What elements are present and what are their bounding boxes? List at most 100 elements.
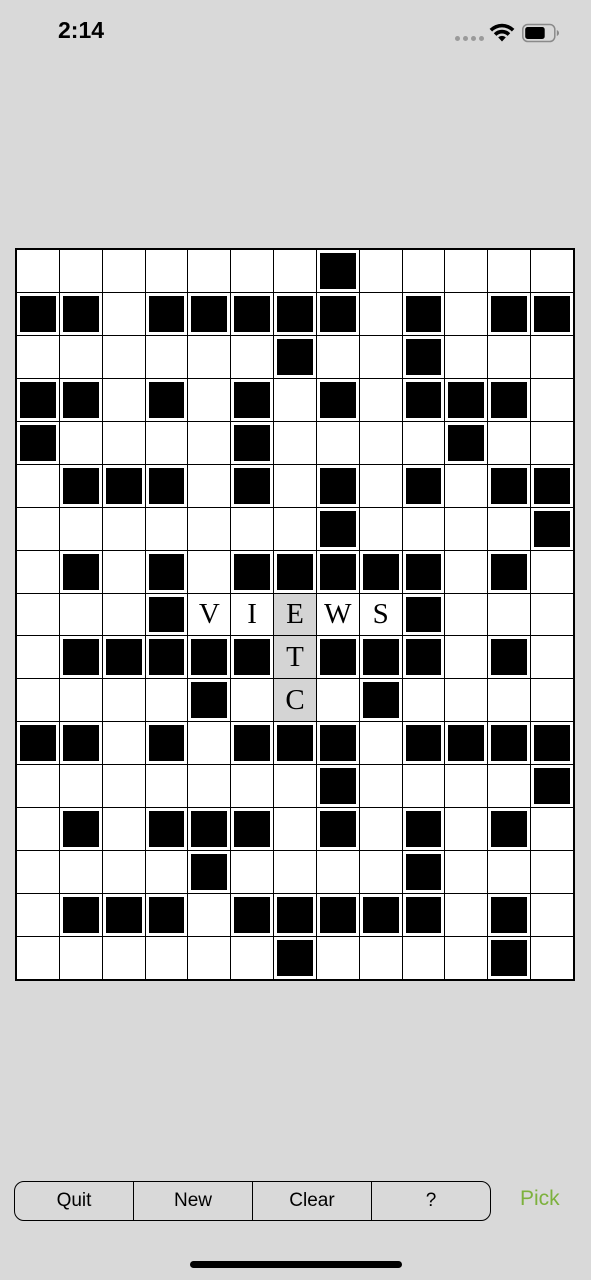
grid-cell[interactable] [17,765,59,808]
grid-cell[interactable] [445,292,488,335]
grid-cell[interactable] [188,937,231,979]
grid-cell[interactable] [145,765,188,808]
grid-cell[interactable] [102,507,145,550]
grid-cell[interactable] [17,250,59,292]
grid-cell[interactable] [488,421,531,464]
grid-cell[interactable] [359,937,402,979]
grid-cell[interactable] [359,421,402,464]
new-button[interactable]: New [134,1182,253,1220]
grid-cell[interactable] [188,765,231,808]
grid-cell[interactable] [445,765,488,808]
grid-cell[interactable] [531,550,573,593]
grid-cell[interactable] [59,851,102,894]
grid-cell[interactable] [102,765,145,808]
grid-cell[interactable] [102,851,145,894]
crossword-grid[interactable]: VIEWSTC [15,248,575,981]
grid-cell[interactable] [445,335,488,378]
grid-cell[interactable] [231,335,274,378]
grid-cell[interactable] [359,464,402,507]
grid-cell[interactable] [231,937,274,979]
grid-cell[interactable] [231,507,274,550]
grid-cell[interactable] [17,507,59,550]
grid-cell[interactable]: T [274,636,316,679]
grid-cell[interactable] [531,636,573,679]
grid-cell[interactable] [102,335,145,378]
grid-cell[interactable] [445,894,488,937]
grid-cell[interactable] [402,421,445,464]
grid-cell[interactable] [445,937,488,979]
grid-cell[interactable] [445,636,488,679]
grid-cell[interactable] [445,250,488,292]
grid-cell[interactable] [402,507,445,550]
grid-cell[interactable] [17,550,59,593]
grid-cell[interactable] [188,507,231,550]
grid-cell[interactable] [488,851,531,894]
grid-cell[interactable] [274,808,316,851]
grid-cell[interactable] [445,593,488,636]
grid-cell[interactable] [488,250,531,292]
grid-cell[interactable] [17,593,59,636]
grid-cell[interactable] [17,679,59,722]
grid-cell[interactable] [359,808,402,851]
grid-cell[interactable] [402,765,445,808]
grid-cell[interactable] [59,765,102,808]
grid-cell[interactable] [59,250,102,292]
grid-cell[interactable] [188,722,231,765]
grid-cell[interactable] [231,765,274,808]
grid-cell[interactable] [402,679,445,722]
grid-cell[interactable] [188,335,231,378]
grid-cell[interactable] [231,250,274,292]
grid-cell[interactable] [59,937,102,979]
clear-button[interactable]: Clear [253,1182,372,1220]
grid-cell[interactable]: W [316,593,359,636]
grid-cell[interactable] [17,937,59,979]
grid-cell[interactable] [145,851,188,894]
grid-cell[interactable] [188,894,231,937]
grid-cell[interactable] [102,593,145,636]
grid-cell[interactable] [445,851,488,894]
grid-cell[interactable] [316,679,359,722]
grid-cell[interactable] [145,250,188,292]
grid-cell[interactable]: E [274,593,316,636]
grid-cell[interactable] [17,335,59,378]
grid-cell[interactable] [445,808,488,851]
grid-cell[interactable] [531,250,573,292]
grid-cell[interactable]: V [188,593,231,636]
grid-cell[interactable] [17,636,59,679]
grid-cell[interactable] [102,937,145,979]
grid-cell[interactable] [59,593,102,636]
grid-cell[interactable] [17,851,59,894]
grid-cell[interactable] [488,335,531,378]
grid-cell[interactable] [102,550,145,593]
grid-cell[interactable] [59,335,102,378]
grid-cell[interactable] [531,894,573,937]
grid-cell[interactable] [145,335,188,378]
grid-cell[interactable] [316,421,359,464]
grid-cell[interactable] [316,851,359,894]
grid-cell[interactable]: C [274,679,316,722]
grid-cell[interactable] [316,937,359,979]
grid-cell[interactable] [17,894,59,937]
grid-cell[interactable]: S [359,593,402,636]
grid-cell[interactable] [316,335,359,378]
help-button[interactable]: ? [372,1182,490,1220]
grid-cell[interactable]: I [231,593,274,636]
pick-button[interactable]: Pick [520,1187,560,1211]
grid-cell[interactable] [359,765,402,808]
grid-cell[interactable] [188,421,231,464]
grid-cell[interactable] [531,335,573,378]
grid-cell[interactable] [231,679,274,722]
grid-cell[interactable] [359,851,402,894]
grid-cell[interactable] [188,378,231,421]
grid-cell[interactable] [531,679,573,722]
grid-cell[interactable] [359,507,402,550]
grid-cell[interactable] [445,464,488,507]
grid-cell[interactable] [359,335,402,378]
grid-cell[interactable] [231,851,274,894]
grid-cell[interactable] [145,507,188,550]
grid-cell[interactable] [359,292,402,335]
grid-cell[interactable] [445,679,488,722]
quit-button[interactable]: Quit [15,1182,134,1220]
grid-cell[interactable] [188,550,231,593]
grid-cell[interactable] [531,378,573,421]
